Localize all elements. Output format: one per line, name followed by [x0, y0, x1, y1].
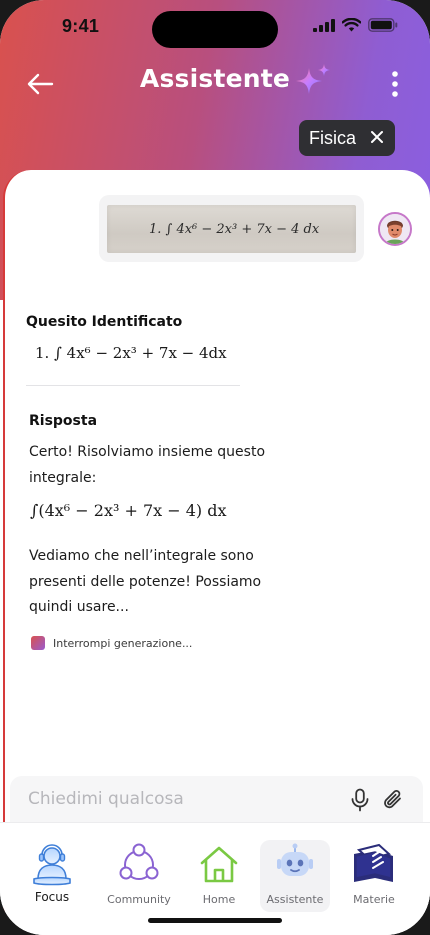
more-options-icon[interactable] — [390, 71, 400, 97]
nav-item-community[interactable]: Community — [99, 840, 179, 906]
robot-icon — [277, 843, 313, 876]
identified-title: Quesito Identificato — [26, 314, 183, 330]
home-indicator — [148, 918, 282, 923]
message-input[interactable]: Chiedimi qualcosa — [28, 789, 184, 809]
microphone-icon[interactable] — [350, 788, 370, 812]
status-icons — [313, 18, 398, 32]
focus-person-icon — [33, 844, 71, 886]
subject-chip[interactable]: Fisica — [299, 120, 395, 156]
user-message-photo[interactable]: 1. ∫ 4x⁶ − 2x³ + 7x − 4 dx — [107, 205, 356, 253]
avatar-icon — [380, 214, 410, 244]
page-title: Assistente — [139, 64, 291, 93]
battery-icon — [368, 18, 398, 32]
nav-label-focus: Focus — [34, 890, 70, 904]
answer-formula: ∫(4x⁶ − 2x³ + 7x − 4) dx — [30, 501, 227, 520]
nav-item-assistente[interactable]: Assistente — [255, 840, 335, 906]
divider — [26, 385, 240, 386]
status-time: 9:41 — [62, 16, 100, 36]
answer-title: Risposta — [29, 413, 98, 429]
stop-generation-label: Interrompi generazione... — [53, 636, 193, 650]
user-avatar — [378, 212, 412, 246]
nav-item-focus[interactable]: Focus — [12, 840, 92, 904]
nav-label-community: Community — [107, 893, 171, 906]
community-icon — [119, 843, 159, 880]
home-icon — [200, 846, 238, 883]
cellular-signal-icon — [313, 18, 335, 32]
nav-label-assistente: Assistente — [266, 893, 324, 906]
nav-item-home[interactable]: Home — [179, 840, 259, 906]
close-icon[interactable] — [370, 130, 384, 144]
user-photo-text: 1. ∫ 4x⁶ − 2x³ + 7x − 4 dx — [149, 221, 320, 237]
nav-label-materie: Materie — [353, 893, 395, 906]
sparkle-icon — [296, 64, 330, 94]
subject-chip-label: Fisica — [309, 127, 357, 148]
answer-intro: Certo! Risolviamo insieme questo integra… — [29, 444, 266, 486]
phone-screen: 9:41 Assistente Fisica 1. ∫ 4x⁶ − 2x³ + … — [0, 0, 430, 935]
attachment-icon[interactable] — [382, 788, 404, 812]
stop-generation-button[interactable]: Interrompi generazione... — [31, 636, 192, 650]
wifi-icon — [342, 18, 361, 32]
identified-formula: 1. ∫ 4x⁶ − 2x³ + 7x − 4dx — [35, 344, 227, 362]
answer-body: Vediamo che nell’integrale sono presenti… — [29, 548, 262, 615]
nav-item-materie[interactable]: Materie — [334, 840, 414, 906]
nav-label-home: Home — [202, 893, 236, 906]
stop-icon — [31, 636, 45, 650]
books-icon — [354, 843, 393, 882]
dynamic-island — [152, 11, 278, 48]
